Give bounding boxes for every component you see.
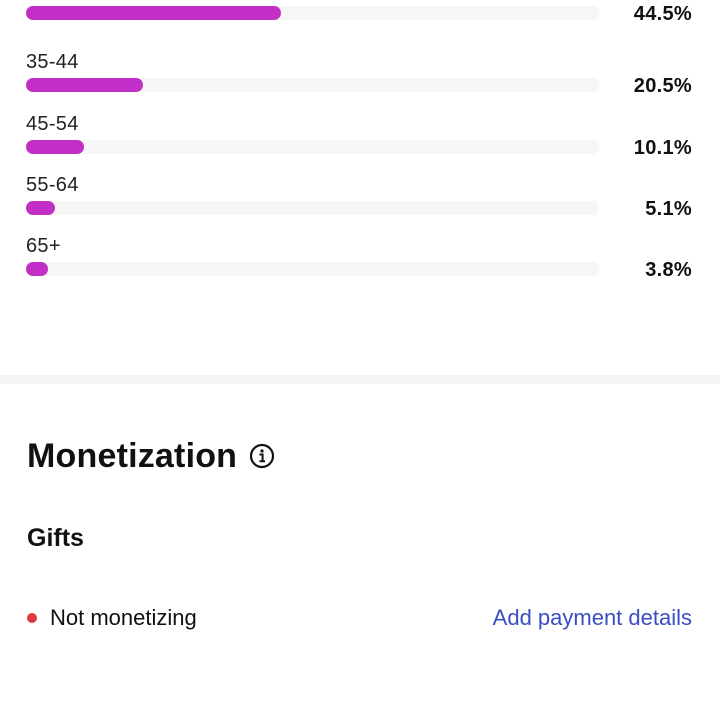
age-bar-fill bbox=[26, 262, 48, 276]
age-percent: 3.8% bbox=[645, 259, 692, 281]
section-divider bbox=[0, 375, 720, 384]
age-label: 45-54 bbox=[26, 113, 79, 135]
gifts-status-row: Not monetizing Add payment details bbox=[27, 600, 692, 634]
age-bar-fill bbox=[26, 6, 281, 20]
age-row-55-64: 55-64 5.1% bbox=[26, 173, 692, 220]
age-bar-fill bbox=[26, 78, 144, 92]
status-dot-icon bbox=[27, 613, 37, 623]
age-label: 55-64 bbox=[26, 174, 79, 196]
age-label: 65+ bbox=[26, 235, 61, 257]
age-bar-track bbox=[26, 6, 599, 20]
age-row-25-34: 25-34 44.5% bbox=[26, 0, 692, 25]
age-bar-fill bbox=[26, 201, 56, 215]
add-payment-details-link[interactable]: Add payment details bbox=[493, 604, 692, 632]
monetization-header: Monetization bbox=[27, 434, 275, 478]
age-row-65-plus: 65+ 3.8% bbox=[26, 234, 692, 281]
monetization-title: Monetization bbox=[27, 437, 238, 475]
age-percent: 10.1% bbox=[633, 137, 692, 159]
info-circle-icon[interactable] bbox=[249, 443, 275, 469]
age-percent: 20.5% bbox=[633, 75, 692, 97]
age-bar-track bbox=[26, 262, 599, 276]
age-bar-fill bbox=[26, 140, 84, 154]
age-label: 25-34 bbox=[26, 0, 79, 2]
age-label: 35-44 bbox=[26, 51, 79, 73]
age-bar-track bbox=[26, 78, 599, 92]
age-percent: 5.1% bbox=[645, 198, 692, 220]
age-row-45-54: 45-54 10.1% bbox=[26, 112, 692, 159]
age-percent: 44.5% bbox=[633, 3, 692, 25]
age-row-35-44: 35-44 20.5% bbox=[26, 50, 692, 97]
age-bar-track bbox=[26, 201, 599, 215]
gifts-title: Gifts bbox=[27, 524, 84, 552]
age-bar-track bbox=[26, 140, 599, 154]
screen: 25-34 44.5% 35-44 20.5% 45-54 10.1% 55-6… bbox=[0, 0, 720, 709]
monetization-status: Not monetizing bbox=[50, 605, 197, 630]
